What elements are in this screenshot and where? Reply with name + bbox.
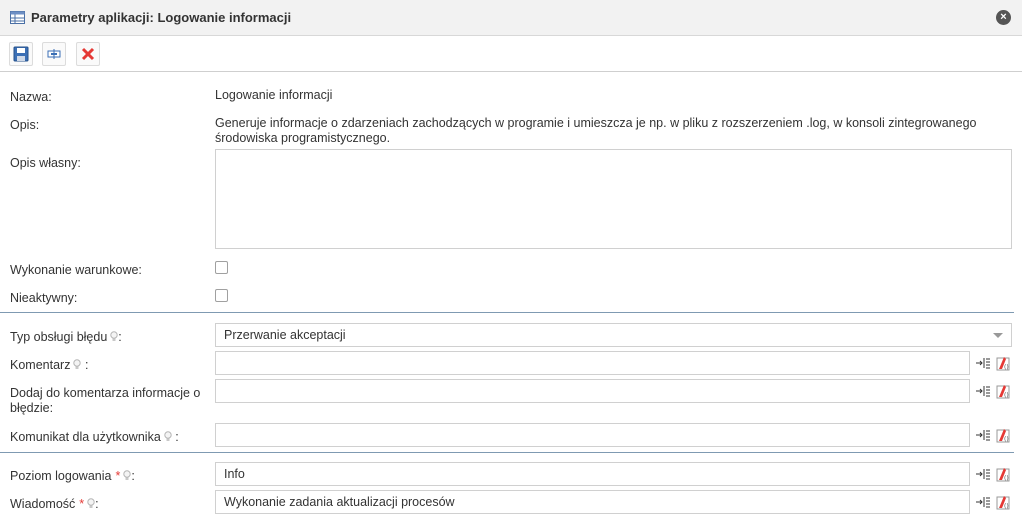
- conditional-checkbox[interactable]: [215, 261, 228, 274]
- svg-text:(): (): [1004, 475, 1009, 482]
- message-label: Wiadomość *:: [10, 497, 99, 511]
- close-icon[interactable]: ×: [996, 10, 1011, 25]
- window-title: Parametry aplikacji: Logowanie informacj…: [31, 10, 292, 25]
- user-message-field[interactable]: [215, 423, 970, 447]
- svg-text:(): (): [1004, 364, 1009, 371]
- name-label: Nazwa:: [10, 90, 52, 104]
- error-type-label: Typ obsługi błędu:: [10, 330, 122, 344]
- field-list-icon[interactable]: [975, 355, 991, 371]
- bulb-icon[interactable]: [87, 498, 95, 509]
- description-value-line2: środowiska programistycznego.: [215, 131, 391, 145]
- svg-text:(): (): [1004, 436, 1009, 443]
- description-value-line1: Generuje informacje o zdarzeniach zachod…: [215, 116, 977, 130]
- log-level-label-suffix: :: [131, 469, 135, 483]
- user-message-label: Komunikat dla użytkownika :: [10, 430, 179, 444]
- inactive-label: Nieaktywny:: [10, 291, 78, 305]
- bulb-icon[interactable]: [164, 431, 172, 442]
- svg-text:(): (): [1004, 503, 1009, 510]
- delete-icon: [81, 47, 95, 61]
- formula-editor-icon[interactable]: (): [995, 355, 1011, 371]
- insert-icon: [47, 49, 61, 59]
- window-titlebar: Parametry aplikacji: Logowanie informacj…: [0, 0, 1022, 36]
- conditional-label: Wykonanie warunkowe:: [10, 263, 142, 277]
- delete-button[interactable]: [76, 42, 100, 66]
- log-level-label: Poziom logowania *:: [10, 469, 135, 483]
- field-list-icon[interactable]: [975, 466, 991, 482]
- field-list-icon[interactable]: [975, 383, 991, 399]
- svg-text:(): (): [1004, 392, 1009, 399]
- error-type-value: Przerwanie akceptacji: [224, 328, 346, 342]
- toolbar: [0, 36, 1022, 72]
- insert-button[interactable]: [42, 42, 66, 66]
- error-type-label-suffix: :: [118, 330, 122, 344]
- chevron-down-icon: [993, 333, 1003, 338]
- comment-label-text: Komentarz: [10, 358, 71, 372]
- description-label: Opis:: [10, 118, 40, 132]
- field-list-icon[interactable]: [975, 494, 991, 510]
- user-message-label-text: Komunikat dla użytkownika: [10, 430, 161, 444]
- comment-label-suffix: :: [84, 358, 89, 372]
- error-type-label-text: Typ obsługi błędu: [10, 330, 108, 344]
- separator: [0, 312, 1014, 313]
- own-description-textarea[interactable]: [215, 149, 1012, 249]
- add-error-label-line2: błędzie:: [10, 401, 54, 415]
- separator: [0, 452, 1014, 453]
- name-value: Logowanie informacji: [215, 88, 333, 102]
- log-level-label-text: Poziom logowania: [10, 469, 112, 483]
- formula-editor-icon[interactable]: (): [995, 383, 1011, 399]
- formula-editor-icon[interactable]: (): [995, 494, 1011, 510]
- error-type-select[interactable]: Przerwanie akceptacji: [215, 323, 1012, 347]
- save-button[interactable]: [9, 42, 33, 66]
- comment-field[interactable]: [215, 351, 970, 375]
- message-label-text: Wiadomość: [10, 497, 76, 511]
- comment-label: Komentarz :: [10, 358, 88, 372]
- formula-editor-icon[interactable]: (): [995, 466, 1011, 482]
- field-list-icon[interactable]: [975, 427, 991, 443]
- user-message-label-suffix: :: [175, 430, 179, 444]
- log-level-field[interactable]: Info: [215, 462, 970, 486]
- required-marker: *: [79, 497, 85, 511]
- formula-editor-icon[interactable]: (): [995, 427, 1011, 443]
- message-field[interactable]: Wykonanie zadania aktualizacji procesów: [215, 490, 970, 514]
- required-marker: *: [115, 469, 121, 483]
- bulb-icon[interactable]: [73, 359, 82, 370]
- own-description-label: Opis własny:: [10, 156, 81, 170]
- inactive-checkbox[interactable]: [215, 289, 228, 302]
- add-error-label-line1: Dodaj do komentarza informacje o: [10, 386, 201, 400]
- add-error-field[interactable]: [215, 379, 970, 403]
- save-icon: [13, 46, 29, 62]
- table-icon: [10, 11, 25, 24]
- message-label-suffix: :: [95, 497, 99, 511]
